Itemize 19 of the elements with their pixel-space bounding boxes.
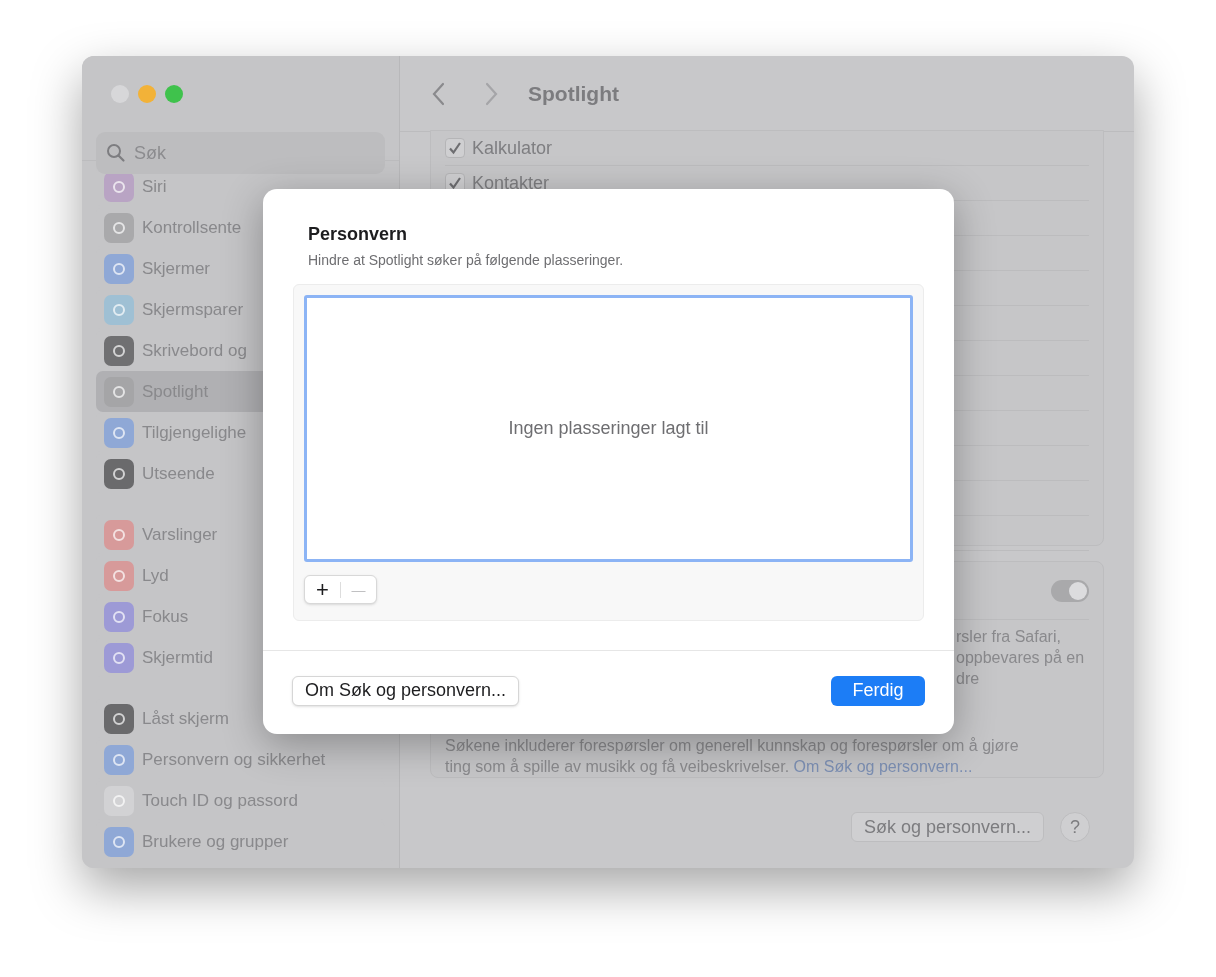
checkbox-label: Kalkulator xyxy=(472,136,553,160)
locations-list[interactable]: Ingen plasseringer lagt til xyxy=(304,295,913,562)
description-text: ting som å spille av musikk og få veibeskrivelser. Om Søk og personvern... xyxy=(445,757,974,777)
window-control[interactable] xyxy=(165,85,183,103)
window-control[interactable] xyxy=(138,85,156,103)
link[interactable]: Om Søk og personvern... xyxy=(793,758,973,775)
toggle-switch[interactable] xyxy=(1051,579,1089,602)
done-button[interactable]: Ferdig xyxy=(831,675,925,706)
about-button[interactable]: Om Søk og personvern... xyxy=(292,675,520,706)
privacy-button[interactable]: Søk og personvern... xyxy=(850,812,1044,842)
window-title: Spotlight xyxy=(528,80,619,107)
search-icon xyxy=(106,143,126,163)
help-button[interactable]: ? xyxy=(1060,812,1090,842)
description-text: dre xyxy=(956,669,981,689)
description-text: oppbevares på en xyxy=(956,648,1086,668)
empty-message: Ingen plasseringer lagt til xyxy=(508,417,709,440)
checkbox-label: Kontakter xyxy=(472,171,550,195)
description-text: rsler fra Safari, xyxy=(956,627,1062,647)
checkbox[interactable] xyxy=(445,138,465,158)
